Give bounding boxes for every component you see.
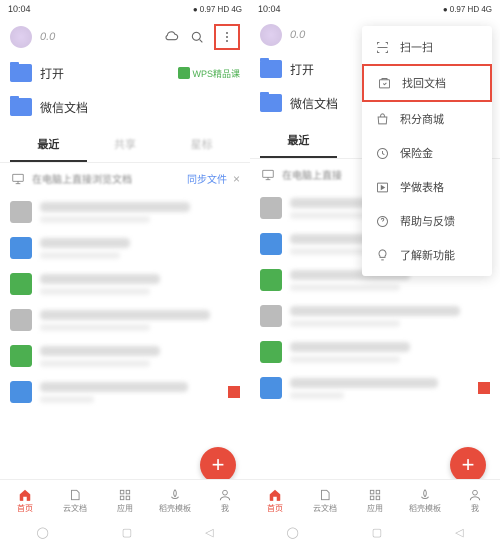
bulb-icon bbox=[374, 247, 390, 263]
tab-recent[interactable]: 最近 bbox=[10, 128, 87, 162]
mall-icon bbox=[374, 111, 390, 127]
status-time: 10:04 bbox=[8, 4, 31, 14]
highlight-more-button bbox=[214, 24, 240, 50]
fab-add-button[interactable]: + bbox=[200, 447, 236, 483]
doc-row[interactable] bbox=[10, 230, 240, 266]
app-header: 0.0 bbox=[0, 18, 250, 56]
wps-badge[interactable]: WPS精品课 bbox=[178, 67, 240, 80]
doc-row[interactable] bbox=[10, 194, 240, 230]
menu-whatsnew[interactable]: 了解新功能 bbox=[362, 238, 492, 272]
status-bar: 10:04 ●0.97 HD 4G bbox=[250, 0, 500, 18]
menu-templates[interactable]: 学做表格 bbox=[362, 170, 492, 204]
doc-row[interactable] bbox=[260, 370, 490, 406]
more-icon[interactable] bbox=[218, 28, 236, 46]
doc-row[interactable] bbox=[10, 302, 240, 338]
tip-action[interactable]: 同步文件 bbox=[187, 171, 227, 186]
safe-icon bbox=[374, 145, 390, 161]
flag-icon bbox=[228, 386, 240, 398]
menu-safe[interactable]: 保险金 bbox=[362, 136, 492, 170]
sys-back[interactable]: ◁ bbox=[455, 526, 463, 539]
doc-row[interactable] bbox=[10, 266, 240, 302]
system-nav: ◯ ▢ ◁ bbox=[0, 521, 250, 543]
folder-row[interactable]: 打开 WPS精品课 bbox=[10, 56, 240, 90]
bottom-nav: 首页 云文档 应用 稻壳模板 我 bbox=[0, 479, 250, 521]
nav-home[interactable]: 首页 bbox=[0, 480, 50, 521]
nav-apps[interactable]: 应用 bbox=[350, 480, 400, 521]
nav-apps[interactable]: 应用 bbox=[100, 480, 150, 521]
screen-right: 10:04 ●0.97 HD 4G 0.0 打开 微信文档 最近 在电脑上直接 bbox=[250, 0, 500, 543]
menu-help[interactable]: 帮助与反馈 bbox=[362, 204, 492, 238]
folder-label: 打开 bbox=[40, 65, 170, 82]
status-bar: 10:04 ●0.97 HD 4G bbox=[0, 0, 250, 18]
tabs: 最近 共享 星标 bbox=[0, 128, 250, 163]
fab-add-button[interactable]: + bbox=[450, 447, 486, 483]
sys-recent[interactable]: ◯ bbox=[286, 526, 298, 539]
doc-icon bbox=[10, 345, 32, 367]
monitor-icon bbox=[10, 172, 26, 186]
tip-row: 在电脑上直接浏览文档 同步文件 × bbox=[0, 163, 250, 194]
doc-icon bbox=[260, 197, 282, 219]
menu-scan[interactable]: 扫一扫 bbox=[362, 30, 492, 64]
avatar[interactable] bbox=[10, 26, 32, 48]
nav-me[interactable]: 我 bbox=[450, 480, 500, 521]
doc-icon bbox=[10, 273, 32, 295]
sys-home[interactable]: ▢ bbox=[372, 526, 382, 539]
menu-recover-docs[interactable]: 找回文档 bbox=[362, 64, 492, 102]
doc-icon bbox=[10, 309, 32, 331]
folder-icon bbox=[10, 64, 32, 82]
doc-icon bbox=[260, 341, 282, 363]
wps-badge-icon bbox=[178, 67, 190, 79]
screen-left: 10:04 ●0.97 HD 4G 0.0 打开 WPS精品课 微信文档 bbox=[0, 0, 250, 543]
doc-icon bbox=[260, 269, 282, 291]
nav-cloud[interactable]: 云文档 bbox=[50, 480, 100, 521]
status-indicators: ●0.97 HD 4G bbox=[193, 5, 242, 14]
status-time: 10:04 bbox=[258, 4, 281, 14]
menu-points-mall[interactable]: 积分商城 bbox=[362, 102, 492, 136]
doc-icon bbox=[260, 233, 282, 255]
doc-icon bbox=[10, 237, 32, 259]
doc-row[interactable] bbox=[10, 374, 240, 410]
nav-cloud[interactable]: 云文档 bbox=[300, 480, 350, 521]
nav-templates[interactable]: 稻壳模板 bbox=[150, 480, 200, 521]
monitor-icon bbox=[260, 168, 276, 182]
folder-label: 微信文档 bbox=[40, 99, 240, 116]
flag-icon bbox=[478, 382, 490, 394]
folder-icon bbox=[260, 94, 282, 112]
folder-icon bbox=[10, 98, 32, 116]
nav-me[interactable]: 我 bbox=[200, 480, 250, 521]
status-indicators: ●0.97 HD 4G bbox=[443, 5, 492, 14]
folder-list: 打开 WPS精品课 微信文档 bbox=[0, 56, 250, 124]
nav-templates[interactable]: 稻壳模板 bbox=[400, 480, 450, 521]
doc-row[interactable] bbox=[10, 338, 240, 374]
folder-row[interactable]: 微信文档 bbox=[10, 90, 240, 124]
avatar[interactable] bbox=[260, 24, 282, 46]
bottom-nav: 首页 云文档 应用 稻壳模板 我 bbox=[250, 479, 500, 521]
tab-star[interactable]: 星标 bbox=[163, 128, 240, 162]
play-icon bbox=[374, 179, 390, 195]
doc-icon bbox=[260, 305, 282, 327]
doc-row[interactable] bbox=[260, 334, 490, 370]
folder-icon bbox=[260, 60, 282, 78]
nav-home[interactable]: 首页 bbox=[250, 480, 300, 521]
tip-text: 在电脑上直接浏览文档 bbox=[32, 171, 181, 186]
tab-recent[interactable]: 最近 bbox=[260, 124, 337, 158]
search-icon[interactable] bbox=[188, 28, 206, 46]
doc-icon bbox=[260, 377, 282, 399]
recover-icon bbox=[376, 75, 392, 91]
doc-icon bbox=[10, 201, 32, 223]
header-score: 0.0 bbox=[40, 31, 55, 43]
close-icon[interactable]: × bbox=[233, 172, 240, 186]
system-nav: ◯ ▢ ◁ bbox=[250, 521, 500, 543]
more-dropdown: 扫一扫 找回文档 积分商城 保险金 学做表格 帮助与反馈 了解新功能 bbox=[362, 26, 492, 276]
doc-row[interactable] bbox=[260, 298, 490, 334]
help-icon bbox=[374, 213, 390, 229]
sys-recent[interactable]: ◯ bbox=[36, 526, 48, 539]
sys-back[interactable]: ◁ bbox=[205, 526, 213, 539]
cloud-icon[interactable] bbox=[162, 28, 180, 46]
sys-home[interactable]: ▢ bbox=[122, 526, 132, 539]
scan-icon bbox=[374, 39, 390, 55]
tab-share[interactable]: 共享 bbox=[87, 128, 164, 162]
doc-icon bbox=[10, 381, 32, 403]
header-score: 0.0 bbox=[290, 29, 305, 41]
